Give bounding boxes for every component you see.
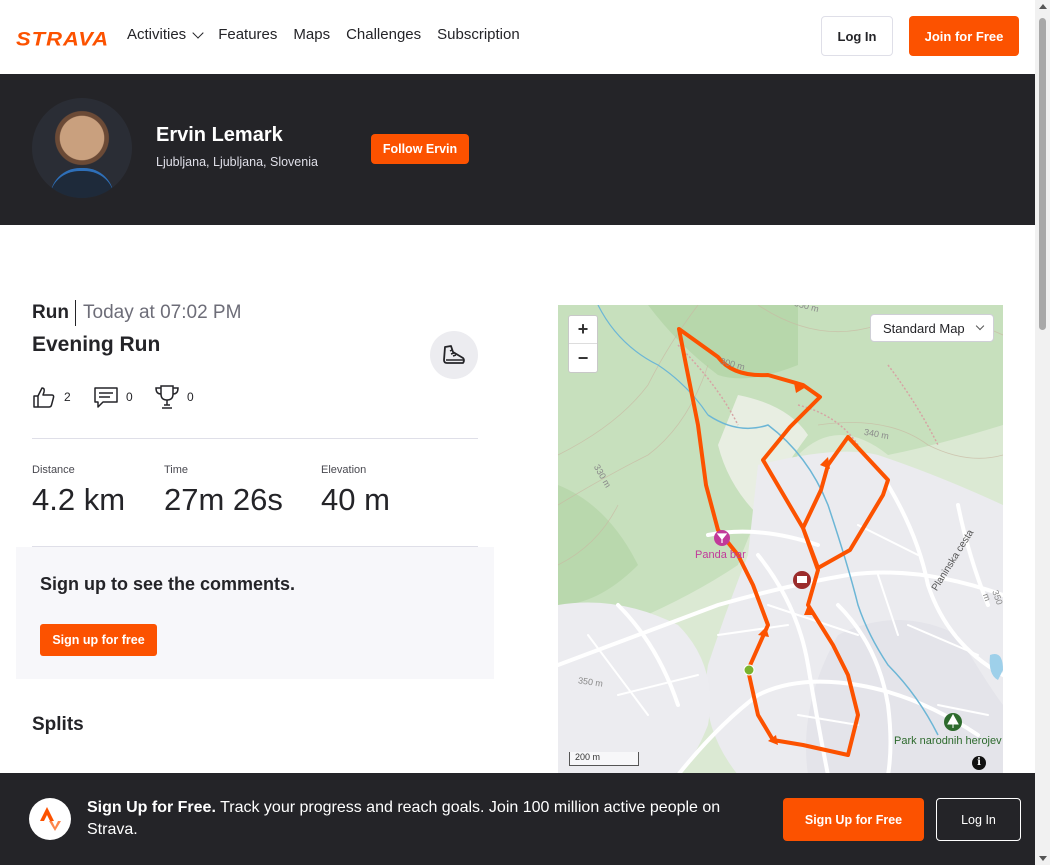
- scroll-down-arrow-icon[interactable]: [1039, 856, 1047, 861]
- page-scrollbar[interactable]: [1035, 0, 1050, 865]
- shoe-icon: [443, 345, 465, 364]
- strava-logo-icon: [29, 798, 71, 840]
- chevron-down-icon: [192, 26, 204, 39]
- zoom-controls: + −: [568, 315, 598, 373]
- achievements-count: 0: [187, 390, 194, 404]
- stat-value: 4.2 km: [32, 482, 126, 517]
- stat-label: Elevation: [321, 464, 367, 476]
- activity-map[interactable]: + − Standard Map Panda bar Park narodnih…: [558, 305, 1003, 775]
- comment-icon: [94, 387, 118, 408]
- stats-divider-top: [32, 438, 478, 439]
- strava-chevron-icon: [40, 807, 61, 831]
- activity-social: 2 0 0: [32, 384, 194, 410]
- nav-activities[interactable]: Activities: [127, 26, 204, 43]
- map-type-select[interactable]: Standard Map: [870, 314, 994, 342]
- comments-signup-button[interactable]: Sign up for free: [40, 624, 157, 656]
- splits-heading: Splits: [32, 714, 84, 735]
- comments-signup-box: Sign up to see the comments. Sign up for…: [16, 547, 494, 679]
- poi-label: Panda bar: [695, 549, 746, 561]
- park-label: Park narodnih herojev: [894, 735, 1002, 747]
- nav-links: Activities Features Maps Challenges Subs…: [127, 26, 520, 43]
- signup-banner: Sign Up for Free. Track your progress an…: [0, 773, 1035, 865]
- achievements[interactable]: 0: [154, 384, 194, 410]
- athlete-name[interactable]: Ervin Lemark: [156, 124, 283, 147]
- stat-value: 40 m: [321, 482, 390, 517]
- stat-label: Time: [164, 464, 189, 476]
- nav-subscription[interactable]: Subscription: [437, 26, 520, 43]
- banner-signup-button[interactable]: Sign Up for Free: [783, 798, 924, 841]
- scroll-up-arrow-icon[interactable]: [1039, 4, 1047, 9]
- map-type-value: Standard Map: [883, 320, 965, 336]
- activity-title: Evening Run: [32, 333, 161, 356]
- banner-headline: Sign Up for Free.: [87, 799, 216, 816]
- activity-date: Today at 07:02 PM: [83, 302, 242, 323]
- stat-distance: Distance 4.2 km: [32, 464, 125, 518]
- avatar[interactable]: [32, 98, 132, 198]
- strava-logo[interactable]: STRAVA: [16, 27, 109, 50]
- login-button[interactable]: Log In: [821, 16, 893, 56]
- top-navigation: STRAVA Activities Features Maps Challeng…: [0, 0, 1035, 74]
- nav-maps[interactable]: Maps: [293, 26, 330, 43]
- nav-challenges[interactable]: Challenges: [346, 26, 421, 43]
- thumbs-up-icon: [33, 387, 55, 408]
- stat-label: Distance: [32, 464, 75, 476]
- zoom-out-button[interactable]: −: [569, 344, 597, 372]
- kudos[interactable]: 2: [32, 384, 93, 410]
- comments-count: 0: [126, 390, 133, 404]
- trophy-icon: [155, 385, 179, 409]
- activity-type: Run: [32, 302, 69, 323]
- kudos-count: 2: [64, 390, 71, 404]
- zoom-in-button[interactable]: +: [569, 316, 597, 344]
- activity-separator: [75, 300, 76, 326]
- nav-activities-label: Activities: [127, 26, 187, 43]
- join-button[interactable]: Join for Free: [909, 16, 1019, 56]
- stat-value: 27m 26s: [164, 482, 283, 517]
- map-canvas[interactable]: [558, 305, 1003, 775]
- avatar-shirt: [50, 168, 114, 198]
- shoe-button[interactable]: [430, 331, 478, 379]
- scroll-thumb[interactable]: [1039, 18, 1046, 330]
- comments[interactable]: 0: [93, 384, 154, 410]
- athlete-header: Ervin Lemark Ljubljana, Ljubljana, Slove…: [0, 74, 1035, 225]
- info-icon[interactable]: i: [972, 756, 986, 770]
- stat-time: Time 27m 26s: [164, 464, 283, 518]
- banner-login-button[interactable]: Log In: [936, 798, 1021, 841]
- nav-features[interactable]: Features: [218, 26, 277, 43]
- banner-message: Sign Up for Free. Track your progress an…: [87, 797, 767, 841]
- chevron-down-icon: [975, 321, 984, 331]
- map-scale: 200 m: [569, 752, 639, 766]
- follow-button[interactable]: Follow Ervin: [371, 134, 469, 164]
- comments-signup-title: Sign up to see the comments.: [40, 574, 296, 594]
- athlete-location: Ljubljana, Ljubljana, Slovenia: [156, 155, 318, 169]
- stat-elevation: Elevation 40 m: [321, 464, 390, 518]
